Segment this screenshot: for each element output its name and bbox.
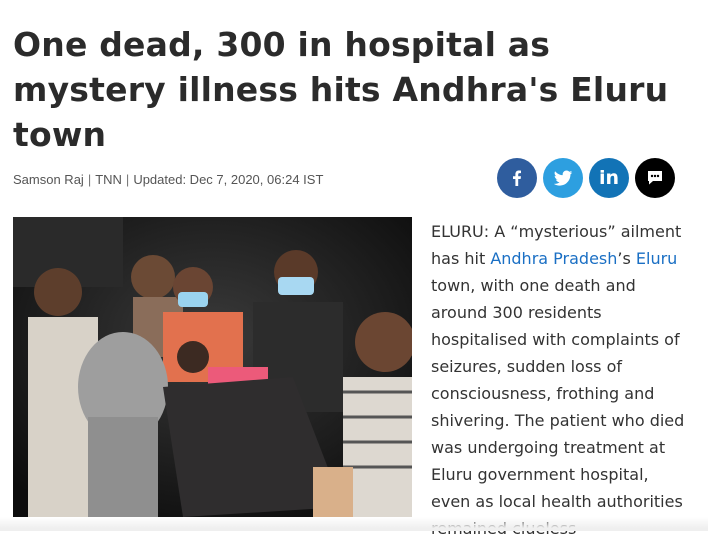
paragraph-text: ’s xyxy=(617,249,636,268)
source-name: TNN xyxy=(95,172,122,187)
comment-button[interactable] xyxy=(635,158,675,198)
byline-separator: | xyxy=(87,172,92,187)
eluru-link[interactable]: Eluru xyxy=(636,249,677,268)
share-bar: in xyxy=(497,158,675,198)
bottom-fade xyxy=(0,517,708,531)
byline-separator: | xyxy=(125,172,130,187)
twitter-share-button[interactable] xyxy=(543,158,583,198)
facebook-share-button[interactable] xyxy=(497,158,537,198)
article-photo xyxy=(13,217,412,517)
byline: Samson Raj | TNN | Updated: Dec 7, 2020, 06:… xyxy=(13,172,323,187)
andhra-pradesh-link[interactable]: Andhra Pradesh xyxy=(490,249,617,268)
author-name: Samson Raj xyxy=(13,172,84,187)
linkedin-share-button[interactable]: in xyxy=(589,158,629,198)
article-headline: One dead, 300 in hospital as mystery ill… xyxy=(13,25,669,154)
photo-illustration xyxy=(13,217,412,517)
updated-timestamp: Updated: Dec 7, 2020, 06:24 IST xyxy=(133,172,324,187)
paragraph-text: town, with one death and around 300 resi… xyxy=(431,276,685,538)
linkedin-icon: in xyxy=(598,167,620,189)
facebook-icon xyxy=(513,170,521,186)
comment-icon xyxy=(648,171,662,185)
twitter-icon xyxy=(553,170,573,186)
article-paragraph: ELURU: A “mysterious” ailment has hit An… xyxy=(431,218,686,542)
article-body: ELURU: A “mysterious” ailment has hit An… xyxy=(431,218,686,542)
